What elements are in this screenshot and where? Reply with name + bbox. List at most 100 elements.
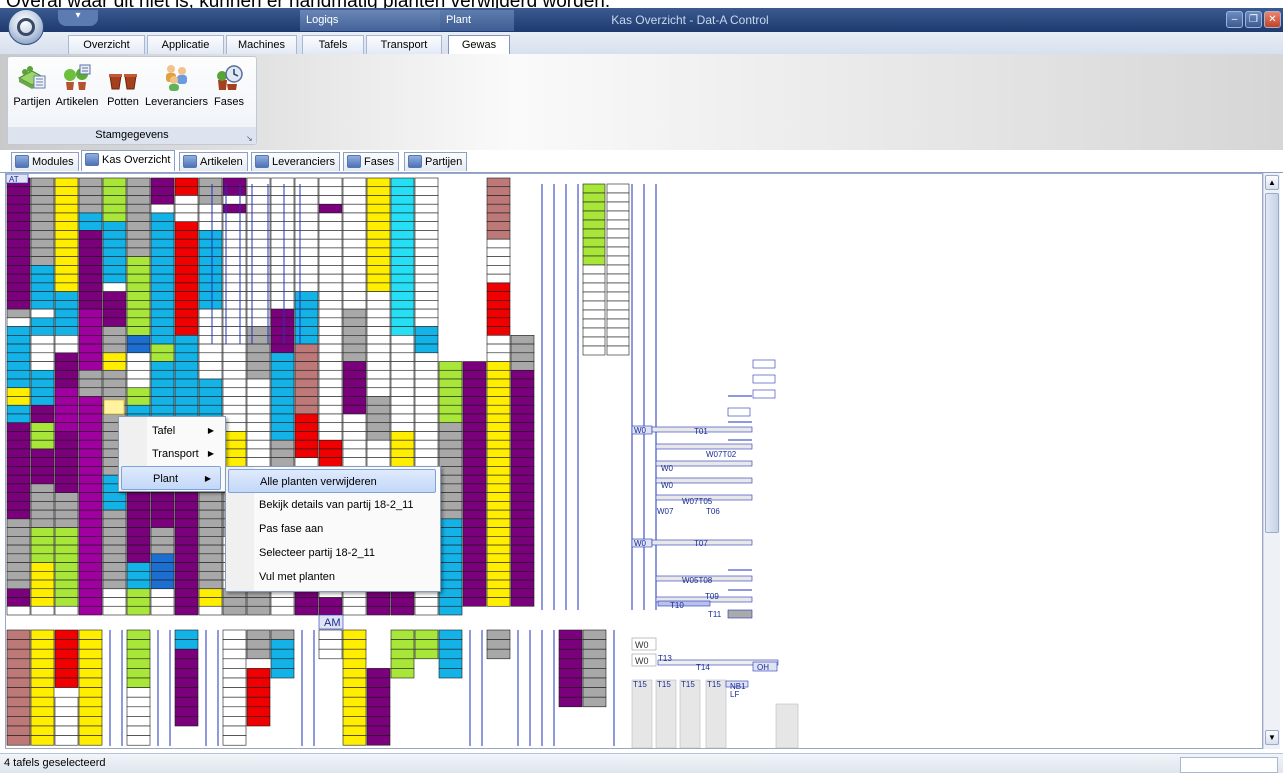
table-cell[interactable] — [126, 300, 151, 310]
table-cell[interactable] — [30, 509, 55, 520]
table-cell[interactable] — [318, 431, 343, 441]
table-cell[interactable] — [558, 658, 583, 669]
table-cell[interactable] — [390, 658, 415, 669]
table-cell[interactable] — [78, 273, 103, 284]
table-cell[interactable] — [270, 230, 295, 240]
table-cell[interactable] — [174, 562, 199, 572]
table-cell[interactable] — [390, 195, 415, 205]
table-cell[interactable] — [462, 413, 487, 424]
leveranciers-button[interactable]: Leveranciers — [145, 62, 208, 114]
table-cell[interactable] — [270, 317, 295, 327]
table-cell[interactable] — [54, 570, 79, 581]
table-cell[interactable] — [30, 527, 55, 537]
table-cell[interactable] — [390, 335, 415, 345]
table-cell[interactable] — [30, 335, 55, 345]
table-cell[interactable] — [294, 404, 319, 415]
table-cell[interactable] — [486, 396, 511, 406]
table-cell[interactable] — [294, 221, 319, 231]
small-table[interactable] — [727, 609, 753, 619]
table-cell[interactable] — [294, 343, 319, 354]
table-cell[interactable] — [150, 352, 175, 362]
tab-machines[interactable]: Machines — [226, 35, 297, 54]
table-cell[interactable] — [102, 501, 127, 511]
table-cell[interactable] — [78, 597, 103, 607]
table-cell[interactable] — [270, 177, 295, 188]
table-cell[interactable] — [414, 212, 439, 222]
table-cell[interactable] — [222, 629, 247, 640]
table-cell[interactable] — [510, 387, 535, 397]
table-cell[interactable] — [30, 282, 55, 292]
table-cell[interactable] — [54, 466, 79, 476]
table-cell[interactable] — [342, 273, 367, 284]
table-cell[interactable] — [366, 735, 391, 746]
table-cell[interactable] — [342, 648, 367, 660]
table-cell[interactable] — [78, 706, 103, 717]
table-cell[interactable] — [438, 448, 463, 458]
table-cell[interactable] — [462, 518, 487, 528]
table-cell[interactable] — [54, 396, 79, 406]
table-cell[interactable] — [318, 378, 343, 389]
table-cell[interactable] — [126, 203, 151, 214]
table-cell[interactable] — [150, 247, 175, 257]
table-cell[interactable] — [54, 544, 79, 555]
table-cell[interactable] — [366, 361, 391, 371]
table-cell[interactable] — [174, 265, 199, 275]
table-cell[interactable] — [582, 246, 606, 257]
table-cell[interactable] — [6, 658, 31, 669]
table-cell[interactable] — [246, 413, 271, 424]
table-cell[interactable] — [366, 273, 391, 284]
table-cell[interactable] — [150, 273, 175, 284]
table-cell[interactable] — [222, 687, 247, 698]
table-cell[interactable] — [54, 291, 79, 301]
table-cell[interactable] — [582, 648, 607, 660]
table-cell[interactable] — [486, 291, 511, 301]
table-cell[interactable] — [222, 352, 247, 362]
table-cell[interactable] — [150, 256, 175, 266]
table-cell[interactable] — [486, 474, 511, 485]
table-cell[interactable] — [342, 326, 367, 336]
table-cell[interactable] — [294, 256, 319, 266]
table-cell[interactable] — [582, 677, 607, 688]
table-cell[interactable] — [174, 256, 199, 266]
table-cell[interactable] — [366, 725, 391, 736]
table-cell[interactable] — [102, 308, 127, 319]
table-cell[interactable] — [270, 422, 295, 432]
table-cell[interactable] — [54, 413, 79, 424]
tab-transport[interactable]: Transport — [366, 35, 442, 54]
table-cell[interactable] — [30, 588, 55, 598]
table-cell[interactable] — [342, 212, 367, 222]
table-cell[interactable] — [174, 300, 199, 310]
table-cell[interactable] — [78, 369, 103, 380]
table-cell[interactable] — [390, 439, 415, 450]
table-cell[interactable] — [294, 422, 319, 432]
table-cell[interactable] — [6, 687, 31, 698]
table-cell[interactable] — [222, 648, 247, 660]
table-cell[interactable] — [390, 396, 415, 406]
table-cell[interactable] — [150, 177, 175, 188]
table-cell[interactable] — [198, 387, 223, 397]
table-cell[interactable] — [318, 238, 343, 249]
table-cell[interactable] — [414, 195, 439, 205]
menu-item-vul-met-planten[interactable]: Vul met planten — [226, 565, 438, 589]
table-cell[interactable] — [390, 230, 415, 240]
table-cell[interactable] — [6, 518, 31, 528]
table-cell[interactable] — [150, 536, 175, 546]
table-cell[interactable] — [342, 706, 367, 717]
tab-gewas[interactable]: Gewas — [448, 35, 510, 55]
table-cell[interactable] — [390, 668, 415, 679]
table-cell[interactable] — [246, 221, 271, 231]
table-cell[interactable] — [366, 300, 391, 310]
table-cell[interactable] — [30, 536, 55, 546]
table-cell[interactable] — [150, 317, 175, 327]
table-cell[interactable] — [30, 273, 55, 284]
table-cell[interactable] — [246, 687, 271, 698]
table-cell[interactable] — [390, 431, 415, 441]
table-cell[interactable] — [126, 527, 151, 537]
table-cell[interactable] — [366, 317, 391, 327]
table-cell[interactable] — [198, 212, 223, 222]
table-cell[interactable] — [318, 230, 343, 240]
table-cell[interactable] — [294, 273, 319, 284]
table-cell[interactable] — [582, 201, 606, 212]
table-cell[interactable] — [246, 639, 271, 650]
table-cell[interactable] — [390, 422, 415, 432]
